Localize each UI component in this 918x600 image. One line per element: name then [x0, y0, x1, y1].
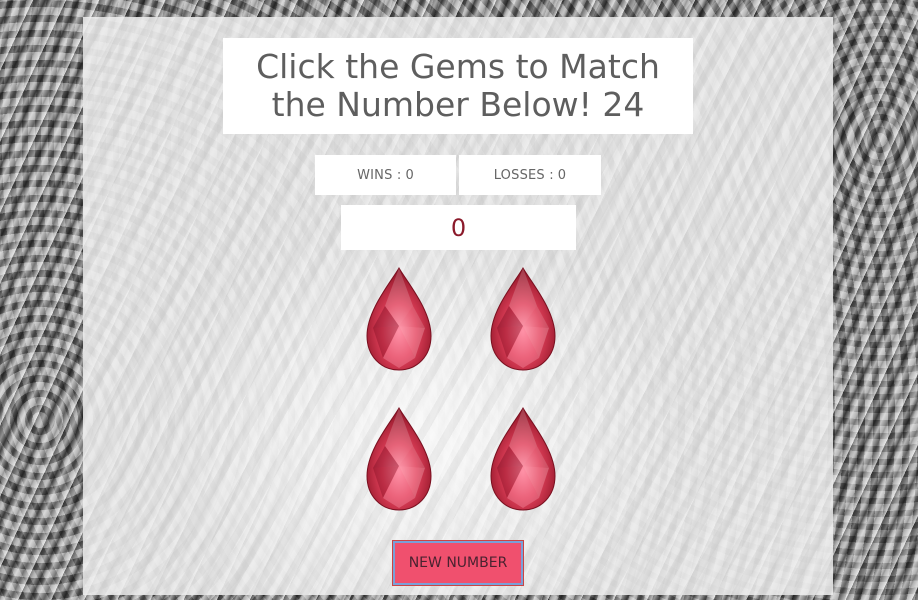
ruby-gem-icon — [366, 266, 432, 371]
gem-button-1[interactable] — [363, 266, 435, 372]
losses-value: 0 — [557, 167, 567, 183]
ruby-gem-icon — [366, 406, 432, 511]
ruby-gem-icon — [490, 406, 556, 511]
wins-counter: WINS : 0 — [315, 155, 456, 195]
game-title: Click the Gems to Match the Number Below… — [223, 38, 693, 134]
game-title-text: Click the Gems to Match the Number Below… — [256, 47, 660, 124]
wins-value: 0 — [405, 167, 414, 183]
wins-label: WINS : — [357, 167, 402, 183]
current-score-value: 0 — [450, 213, 467, 242]
new-number-button-label: NEW NUMBER — [408, 555, 508, 571]
gem-button-3[interactable] — [363, 406, 435, 512]
gem-button-4[interactable] — [487, 406, 559, 512]
losses-counter: LOSSES : 0 — [459, 155, 601, 195]
gem-button-2[interactable] — [487, 266, 559, 372]
losses-label: LOSSES : — [493, 167, 554, 183]
new-number-button[interactable]: NEW NUMBER — [392, 540, 524, 586]
current-score: 0 — [341, 205, 576, 250]
game-panel: Click the Gems to Match the Number Below… — [83, 17, 833, 595]
ruby-gem-icon — [490, 266, 556, 371]
